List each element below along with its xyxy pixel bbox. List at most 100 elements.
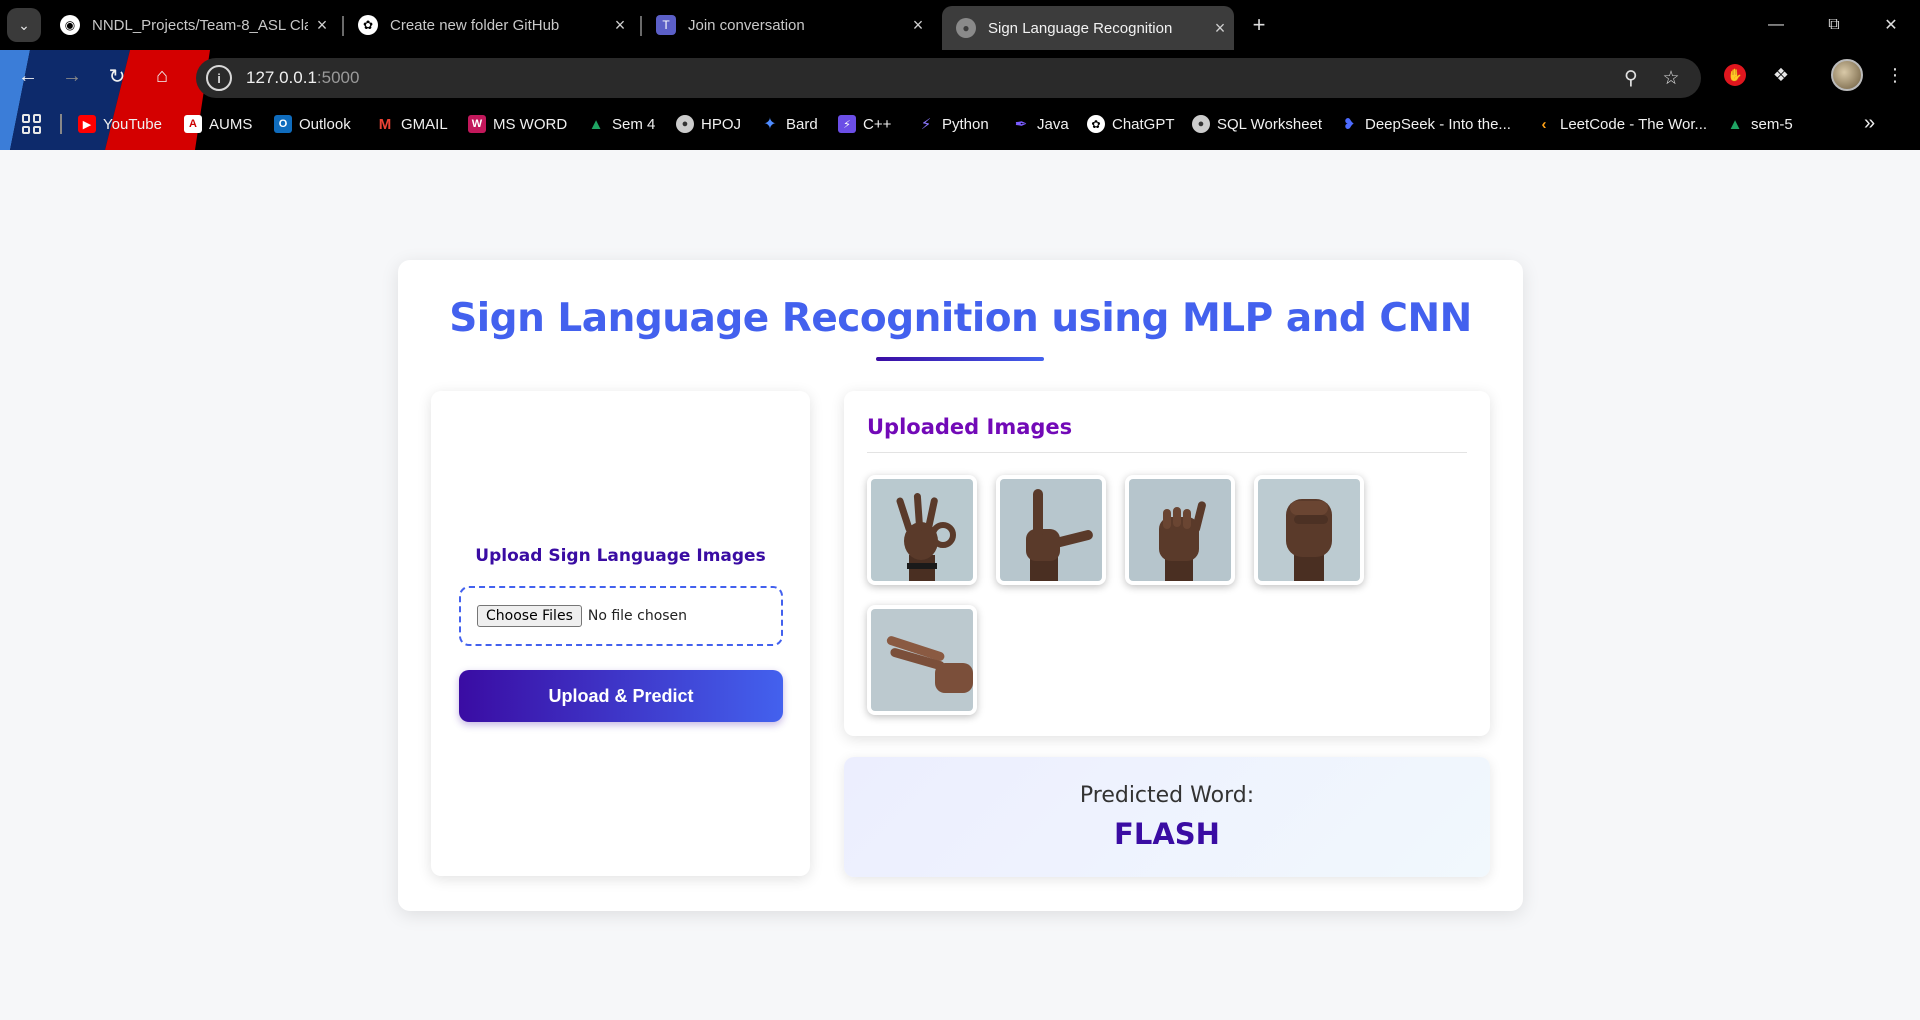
puzzle-icon: ❖ bbox=[1772, 64, 1790, 85]
arrow-right-icon: → bbox=[62, 64, 82, 87]
bookmark-deepseek[interactable]: ❥ DeepSeek - Into the... bbox=[1340, 112, 1511, 136]
more-vertical-icon: ⋮ bbox=[1886, 64, 1904, 85]
bookmark-outlook[interactable]: O Outlook bbox=[274, 112, 351, 136]
url-port: :5000 bbox=[316, 68, 360, 87]
reload-button[interactable]: ↻ bbox=[101, 60, 133, 92]
teams-icon: T bbox=[656, 15, 676, 35]
hand-sign-image bbox=[871, 479, 973, 581]
page-body: Sign Language Recognition using MLP and … bbox=[0, 150, 1920, 1020]
home-button[interactable]: ⌂ bbox=[146, 60, 178, 92]
minimize-icon: — bbox=[1768, 16, 1784, 33]
forward-button[interactable]: → bbox=[56, 60, 88, 92]
reload-icon: ↻ bbox=[108, 65, 126, 88]
arrow-left-icon: ← bbox=[18, 64, 38, 87]
extensions-menu-button[interactable]: ❖ bbox=[1764, 58, 1798, 92]
title-underline bbox=[876, 357, 1044, 361]
uploaded-images-panel: Uploaded Images bbox=[844, 391, 1490, 736]
new-tab-button[interactable]: + bbox=[1244, 10, 1274, 40]
apps-grid-icon[interactable] bbox=[22, 114, 42, 134]
globe-icon: ● bbox=[956, 18, 976, 38]
tab-sign-language[interactable]: ● Sign Language Recognition × bbox=[942, 6, 1234, 50]
close-tab-icon[interactable]: × bbox=[308, 15, 336, 36]
restore-button[interactable]: ⧉ bbox=[1805, 0, 1863, 50]
close-tab-icon[interactable]: × bbox=[1206, 18, 1234, 39]
close-tab-icon[interactable]: × bbox=[904, 15, 932, 36]
bolt-icon: ⚡ bbox=[838, 115, 856, 133]
bookmark-youtube[interactable]: ▶ YouTube bbox=[78, 112, 162, 136]
prediction-result-panel: Predicted Word: FLASH bbox=[844, 757, 1490, 877]
file-input[interactable]: Choose Files No file chosen bbox=[459, 586, 783, 646]
minimize-button[interactable]: — bbox=[1747, 0, 1805, 50]
outlook-icon: O bbox=[274, 115, 292, 133]
star-icon[interactable]: ☆ bbox=[1658, 65, 1684, 91]
hand-sign-image bbox=[1258, 479, 1360, 581]
main-card: Sign Language Recognition using MLP and … bbox=[398, 260, 1523, 911]
bookmark-java[interactable]: ✒ Java bbox=[1012, 112, 1069, 136]
github-icon: ◉ bbox=[60, 15, 80, 35]
tab-join-conversation[interactable]: T Join conversation × bbox=[642, 6, 932, 44]
uploaded-image-3 bbox=[1125, 475, 1235, 585]
extension-button[interactable]: ✋ bbox=[1718, 58, 1752, 92]
bolt-icon: ⚡ bbox=[920, 116, 932, 133]
deepseek-icon: ❥ bbox=[1342, 116, 1356, 133]
chevron-down-icon: ⌄ bbox=[18, 16, 30, 33]
bookmark-sem-5[interactable]: ▲ sem-5 bbox=[1726, 112, 1793, 136]
browser-menu-button[interactable]: ⋮ bbox=[1878, 58, 1912, 92]
upload-panel: Upload Sign Language Images Choose Files… bbox=[431, 391, 810, 876]
page-title: Sign Language Recognition using MLP and … bbox=[449, 296, 1472, 341]
close-window-button[interactable]: ✕ bbox=[1862, 0, 1920, 50]
youtube-icon: ▶ bbox=[78, 115, 96, 133]
globe-icon: ● bbox=[1192, 115, 1210, 133]
bookmark-python[interactable]: ⚡ Python bbox=[917, 112, 989, 136]
word-icon: W bbox=[468, 115, 486, 133]
address-bar[interactable]: i 127.0.0.1:5000 ⚲ ☆ bbox=[196, 58, 1701, 98]
bard-icon: ✦ bbox=[763, 116, 777, 133]
browser-chrome: ⌄ ◉ NNDL_Projects/Team-8_ASL Cla × ✿ Cre… bbox=[0, 0, 1920, 150]
openai-icon: ✿ bbox=[1087, 115, 1105, 133]
pen-icon: ✒ bbox=[1014, 116, 1028, 133]
bookmark-sql-worksheet[interactable]: ● SQL Worksheet bbox=[1192, 112, 1322, 136]
bookmark-leetcode[interactable]: ‹ LeetCode - The Wor... bbox=[1535, 112, 1708, 136]
back-button[interactable]: ← bbox=[12, 60, 44, 92]
profile-button[interactable] bbox=[1830, 58, 1864, 92]
bookmark-gmail[interactable]: M GMAIL bbox=[376, 112, 448, 136]
bookmark-bard[interactable]: ✦ Bard bbox=[761, 112, 817, 136]
uploaded-image-2 bbox=[996, 475, 1106, 585]
tab-search-button[interactable]: ⌄ bbox=[7, 8, 41, 42]
tab-create-folder[interactable]: ✿ Create new folder GitHub × bbox=[344, 6, 634, 44]
plus-icon: + bbox=[1252, 12, 1266, 37]
url-host: 127.0.0.1 bbox=[246, 68, 317, 87]
upload-predict-button[interactable]: Upload & Predict bbox=[459, 670, 783, 722]
uploaded-images-heading: Uploaded Images bbox=[867, 415, 1073, 439]
bookmark-aums[interactable]: A AUMS bbox=[184, 112, 252, 136]
tab-strip: ⌄ ◉ NNDL_Projects/Team-8_ASL Cla × ✿ Cre… bbox=[0, 0, 1920, 50]
restore-icon: ⧉ bbox=[1828, 16, 1840, 33]
bookmark-ms-word[interactable]: W MS WORD bbox=[468, 112, 567, 136]
tab-github[interactable]: ◉ NNDL_Projects/Team-8_ASL Cla × bbox=[46, 6, 336, 44]
bookmark-separator bbox=[60, 114, 62, 134]
hand-sign-image bbox=[1129, 479, 1231, 581]
hand-sign-image bbox=[1000, 479, 1102, 581]
bookmarks-overflow-icon[interactable]: » bbox=[1864, 112, 1875, 135]
close-tab-icon[interactable]: × bbox=[606, 15, 634, 36]
close-icon: ✕ bbox=[1884, 17, 1898, 34]
openai-icon: ✿ bbox=[358, 15, 378, 35]
aums-icon: A bbox=[184, 115, 202, 133]
drive-icon: ▲ bbox=[1727, 115, 1743, 133]
bookmark-hpoj[interactable]: ● HPOJ bbox=[676, 112, 741, 136]
avatar bbox=[1831, 59, 1863, 91]
bookmarks-bar: ▶ YouTube A AUMS O Outlook M GMAIL W MS WORD … bbox=[0, 104, 1920, 144]
site-info-icon[interactable]: i bbox=[206, 65, 232, 91]
predicted-word: FLASH bbox=[1114, 817, 1220, 851]
bookmark-cpp[interactable]: ⚡ C++ bbox=[838, 112, 891, 136]
gmail-icon: M bbox=[378, 115, 392, 133]
hand-sign-image bbox=[871, 609, 973, 711]
home-icon: ⌂ bbox=[155, 64, 169, 87]
adblock-icon: ✋ bbox=[1724, 64, 1746, 86]
bookmark-sem-4[interactable]: ▲ Sem 4 bbox=[587, 112, 656, 136]
zoom-icon[interactable]: ⚲ bbox=[1618, 65, 1644, 91]
bookmark-chatgpt[interactable]: ✿ ChatGPT bbox=[1087, 112, 1175, 136]
choose-files-button[interactable]: Choose Files bbox=[477, 605, 582, 627]
uploaded-image-1 bbox=[867, 475, 977, 585]
file-status: No file chosen bbox=[587, 608, 688, 624]
